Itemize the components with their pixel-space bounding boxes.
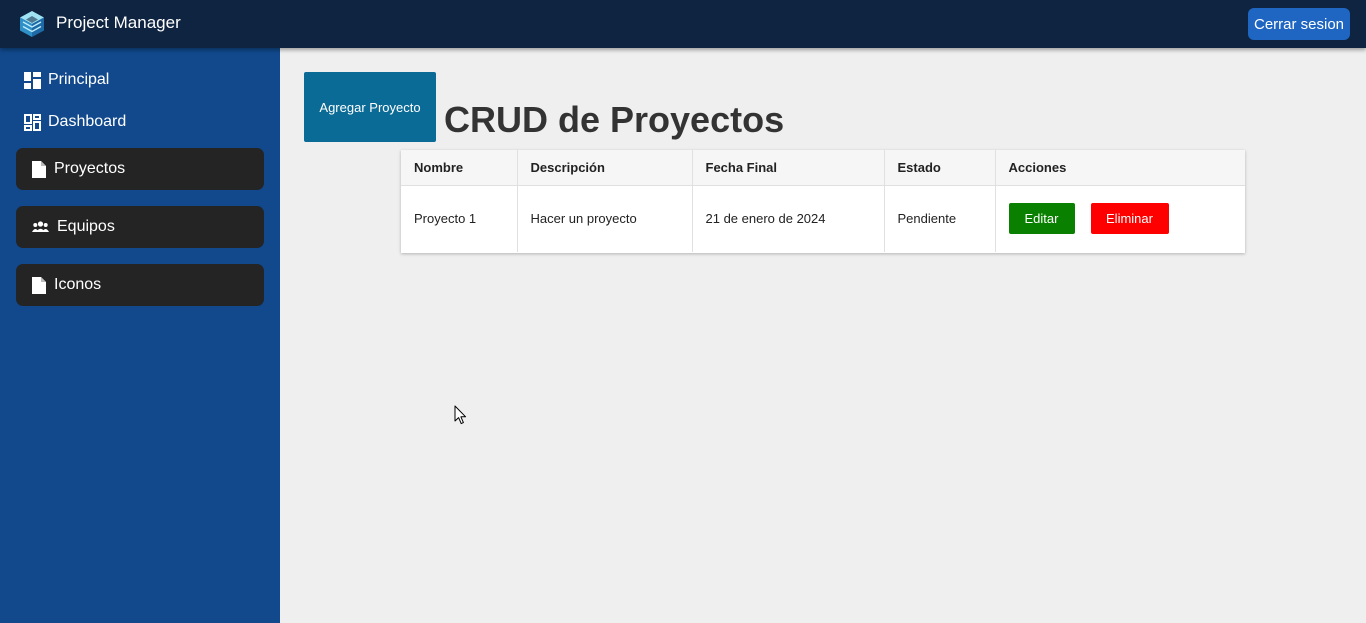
sidebar-item-equipos[interactable]: Equipos <box>16 206 264 248</box>
delete-button[interactable]: Eliminar <box>1090 203 1169 235</box>
cell-acciones: Editar Eliminar <box>995 185 1245 252</box>
page-title: CRUD de Proyectos <box>444 99 785 140</box>
dashboard-grid-icon <box>24 71 41 89</box>
app-logo-icon <box>20 11 44 37</box>
logout-button[interactable]: Cerrar sesion <box>1248 8 1350 40</box>
column-header-acciones: Acciones <box>995 150 1245 186</box>
projects-table: Nombre Descripción Fecha Final Estado Ac… <box>401 150 1245 253</box>
sidebar-item-principal[interactable]: Principal <box>24 66 109 94</box>
cell-fecha-final: 21 de enero de 2024 <box>692 185 885 252</box>
top-navbar: Project Manager Cerrar sesion <box>0 0 1366 48</box>
add-project-button[interactable]: Agregar Proyecto <box>304 72 436 142</box>
document-icon <box>32 160 46 178</box>
people-icon <box>32 221 49 232</box>
sidebar-item-label: Principal <box>48 71 110 88</box>
mouse-pointer-icon <box>454 405 467 425</box>
column-header-descripcion: Descripción <box>517 150 693 186</box>
column-header-estado: Estado <box>884 150 996 186</box>
sidebar-item-dashboard[interactable]: Dashboard <box>24 108 126 136</box>
sidebar-item-label: Equipos <box>57 218 115 235</box>
brand[interactable]: Project Manager <box>19 10 181 38</box>
column-header-fecha-final: Fecha Final <box>692 150 885 186</box>
sidebar-item-proyectos[interactable]: Proyectos <box>16 148 264 190</box>
sidebar-item-label: Dashboard <box>48 113 127 130</box>
dashboard-outline-icon <box>24 113 41 131</box>
document-icon <box>32 276 46 294</box>
column-header-nombre: Nombre <box>401 150 518 186</box>
cell-estado: Pendiente <box>884 185 996 252</box>
app-title: Project Manager <box>56 13 181 32</box>
edit-button[interactable]: Editar <box>1008 203 1075 235</box>
table-row: Proyecto 1 Hacer un proyecto 21 de enero… <box>401 185 1245 252</box>
sidebar-item-iconos[interactable]: Iconos <box>16 264 264 306</box>
table-header-row: Nombre Descripción Fecha Final Estado Ac… <box>401 150 1245 186</box>
sidebar-item-label: Iconos <box>54 276 102 293</box>
cell-nombre: Proyecto 1 <box>401 185 518 252</box>
cell-descripcion: Hacer un proyecto <box>517 185 693 252</box>
sidebar-item-label: Proyectos <box>54 160 126 177</box>
sidebar: Principal Dashboard Proyectos Equipos Ic… <box>0 48 280 623</box>
